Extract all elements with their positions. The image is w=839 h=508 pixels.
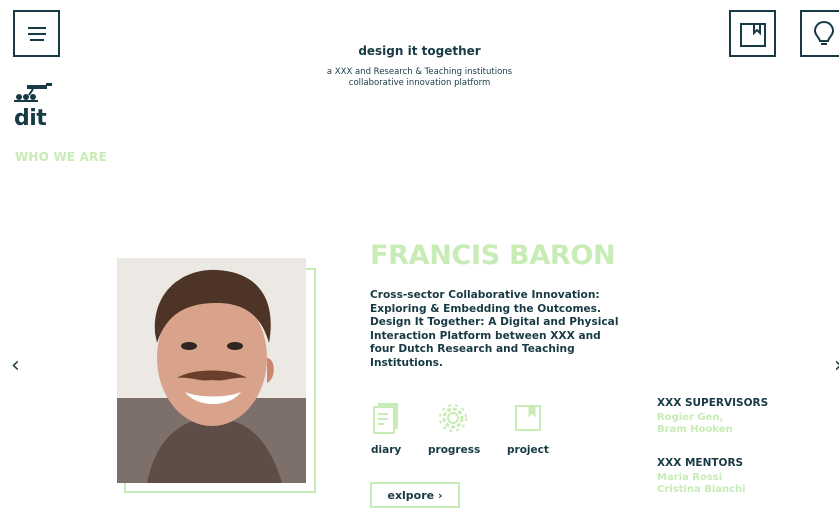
mentor-name: Cristina Bianchi: [657, 484, 746, 495]
portrait-image: [117, 258, 306, 483]
subtitle-line-1: a XXX and Research & Teaching institutio…: [326, 67, 513, 77]
hamburger-menu-icon: [27, 26, 46, 41]
diary-tile[interactable]: [366, 400, 406, 436]
carousel-prev-button[interactable]: ‹: [11, 353, 20, 378]
mentors-title: XXX MENTORS: [657, 457, 744, 469]
nav-who-we-are[interactable]: WHO WE ARE: [15, 150, 107, 164]
gear-icon: [439, 404, 467, 432]
progress-tile[interactable]: [433, 400, 473, 436]
project-icon: [515, 405, 541, 431]
diary-label[interactable]: diary: [371, 444, 401, 456]
subtitle-line-2: collaborative innovation platform: [348, 78, 491, 88]
project-label[interactable]: project: [507, 444, 549, 456]
profile-name: FRANCIS BARON: [370, 240, 616, 271]
site-title: design it together: [358, 44, 481, 58]
profile-photo: [117, 258, 306, 483]
supervisor-name: Bram Hooken: [657, 424, 733, 435]
supervisor-name: Rogier Gen,: [657, 412, 724, 423]
workshop-logo-icon: [14, 83, 52, 102]
progress-label[interactable]: progress: [428, 444, 480, 456]
logo-text: dit: [14, 106, 47, 131]
profile-description: Cross-sector Collaborative Innovation: E…: [370, 289, 619, 369]
mentor-name: Maria Rossi: [657, 472, 723, 483]
site-subtitle: a XXX and Research & Teaching institutio…: [0, 67, 839, 89]
project-tile[interactable]: [508, 400, 548, 436]
mentors-section: XXX MENTORS Maria Rossi Cristina Bianchi: [657, 457, 746, 496]
supervisors-section: XXX SUPERVISORS Rogier Gen, Bram Hooken: [657, 397, 768, 436]
carousel-next-button[interactable]: ›: [834, 353, 839, 378]
diary-icon: [373, 403, 398, 434]
supervisors-title: XXX SUPERVISORS: [657, 397, 769, 409]
explore-button[interactable]: exlpore ›: [370, 482, 460, 508]
